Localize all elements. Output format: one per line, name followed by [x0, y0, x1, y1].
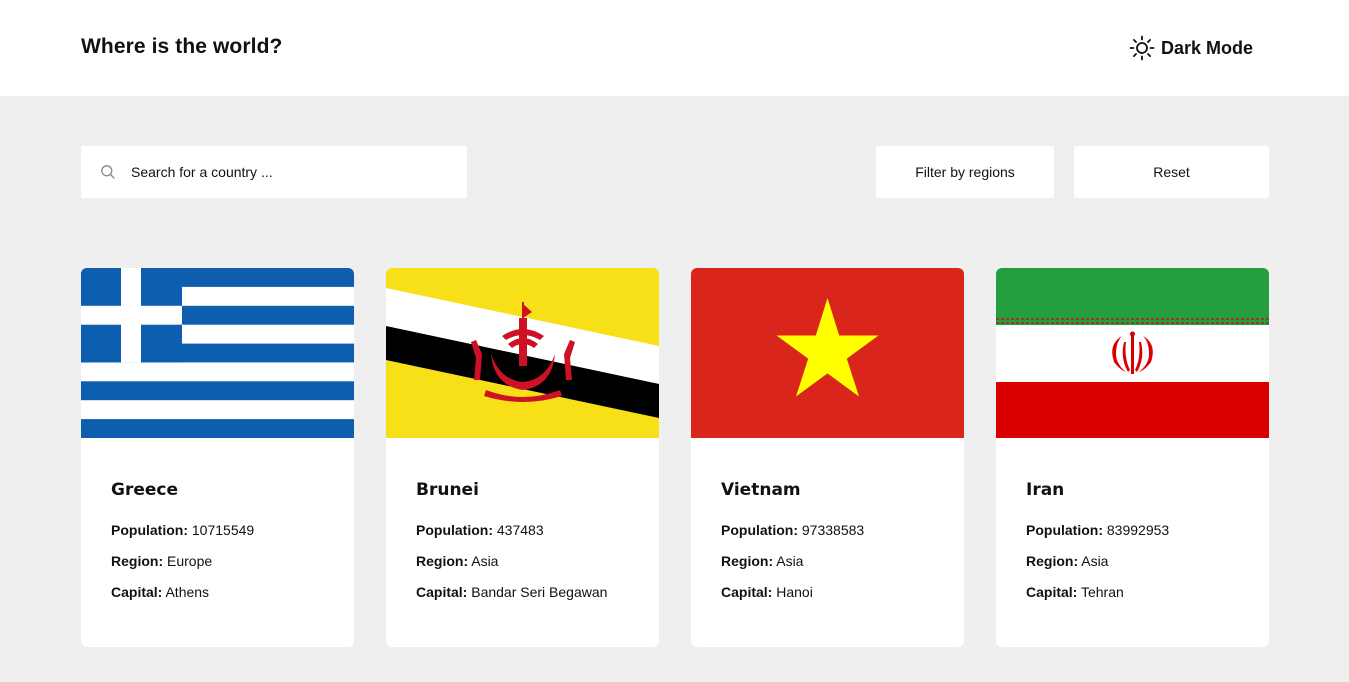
- filter-by-region-button[interactable]: Filter by regions: [876, 146, 1054, 198]
- population-value: 10715549: [191, 522, 255, 538]
- region-row: Region: Asia: [1026, 553, 1109, 569]
- region-row: Region: Asia: [721, 553, 804, 569]
- country-name: Brunei: [416, 480, 479, 500]
- capital-value: Bandar Seri Begawan: [471, 584, 608, 600]
- capital-value: Athens: [165, 584, 210, 600]
- country-card-brunei[interactable]: Brunei Population: 437483 Region: Asia C…: [386, 268, 659, 647]
- sun-icon: [1129, 35, 1155, 61]
- capital-row: Capital: Tehran: [1026, 584, 1124, 600]
- app-title: Where is the world?: [81, 35, 283, 58]
- region-value: Europe: [167, 553, 213, 569]
- population-value: 83992953: [1106, 522, 1170, 538]
- region-value: Asia: [471, 553, 499, 569]
- search-input[interactable]: [131, 146, 451, 198]
- country-name: Iran: [1026, 480, 1065, 500]
- country-name: Greece: [111, 480, 179, 500]
- region-value: Asia: [1081, 553, 1109, 569]
- population-value: 437483: [496, 522, 544, 538]
- capital-row: Capital: Hanoi: [721, 584, 813, 600]
- country-card-iran[interactable]: Iran Population: 83992953 Region: Asia C…: [996, 268, 1269, 647]
- population-value: 97338583: [801, 522, 865, 538]
- brunei-flag: [386, 268, 659, 438]
- capital-value: Tehran: [1080, 584, 1124, 600]
- population-row: Population: 83992953: [1026, 522, 1170, 538]
- dark-mode-toggle[interactable]: Dark Mode: [1129, 35, 1253, 61]
- country-card-vietnam[interactable]: Vietnam Population: 97338583 Region: Asi…: [691, 268, 964, 647]
- vietnam-flag: [691, 268, 964, 438]
- capital-value: Hanoi: [776, 584, 813, 600]
- greece-flag: [81, 268, 354, 438]
- reset-button[interactable]: Reset: [1074, 146, 1269, 198]
- region-row: Region: Asia: [416, 553, 499, 569]
- capital-row: Capital: Athens: [111, 584, 210, 600]
- iran-flag: [996, 268, 1269, 438]
- app-header: Where is the world? Dark Mode: [0, 0, 1349, 96]
- population-row: Population: 10715549: [111, 522, 255, 538]
- country-card-greece[interactable]: Greece Population: 10715549 Region: Euro…: [81, 268, 354, 647]
- search-icon: [101, 165, 115, 179]
- dark-mode-label: Dark Mode: [1161, 37, 1254, 58]
- region-value: Asia: [776, 553, 804, 569]
- region-row: Region: Europe: [111, 553, 213, 569]
- population-row: Population: 437483: [416, 522, 544, 538]
- country-name: Vietnam: [721, 480, 801, 500]
- capital-row: Capital: Bandar Seri Begawan: [416, 584, 608, 600]
- population-row: Population: 97338583: [721, 522, 865, 538]
- search-box: [81, 146, 467, 198]
